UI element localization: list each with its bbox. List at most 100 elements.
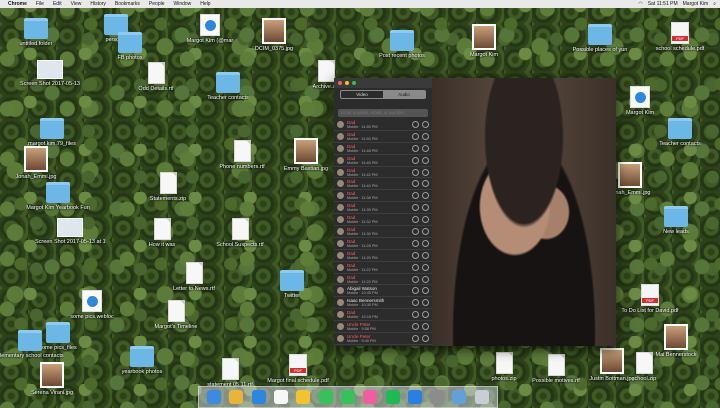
tab-video[interactable]: Video (341, 91, 383, 98)
desktop-item[interactable]: Teacher contacts (650, 118, 710, 147)
call-row[interactable]: Serena ViraniMobile · 9:10 PM (334, 345, 432, 347)
photos-icon[interactable] (296, 390, 311, 404)
call-row[interactable]: Dad Mobile · 11:28 PM (334, 238, 432, 250)
desktop-item[interactable]: Margot's Timeline (146, 300, 206, 330)
info-icon[interactable] (422, 287, 429, 295)
info-icon[interactable] (422, 120, 429, 128)
search-input[interactable] (338, 108, 428, 117)
info-icon[interactable] (422, 263, 429, 271)
desktop-item[interactable]: photos.zip (474, 352, 534, 382)
desktop-item[interactable]: New leads (646, 206, 706, 235)
menu-edit[interactable]: Edit (53, 1, 62, 7)
preview-icon[interactable] (452, 390, 467, 404)
phone-icon[interactable] (412, 251, 419, 259)
spotify-icon[interactable] (385, 390, 400, 404)
desktop-item[interactable]: Screen Shot 2017-05-13 (20, 60, 80, 87)
desktop-item[interactable]: Post recent photos (372, 30, 432, 59)
call-row[interactable]: Abigail Watson Mobile · 10:45 PM (334, 285, 432, 298)
desktop-item[interactable]: Elementary school contacts (0, 330, 64, 359)
phone-icon[interactable] (412, 216, 419, 224)
desktop-item[interactable]: Margot Kim (@mar (180, 14, 240, 44)
phone-icon[interactable] (412, 275, 419, 283)
desktop-item[interactable]: To Do List for David.pdf (620, 284, 680, 314)
desktop-item[interactable]: Teacher contacts (198, 72, 258, 101)
phone-icon[interactable] (412, 156, 419, 164)
call-row[interactable]: Dad Mobile · 11:35 PM (334, 202, 432, 215)
wifi-icon[interactable]: ◠ (638, 1, 642, 7)
messages-icon[interactable] (318, 390, 333, 404)
phone-icon[interactable] (412, 287, 419, 295)
info-icon[interactable] (422, 299, 429, 307)
menu-file[interactable]: File (36, 1, 44, 7)
menu-people[interactable]: People (149, 1, 165, 7)
desktop-item[interactable]: Margot Kim (610, 86, 670, 116)
phone-icon[interactable] (412, 120, 419, 128)
settings-icon[interactable] (430, 390, 445, 404)
desktop-item[interactable]: Serena Virani.jpg (22, 362, 82, 396)
menu-history[interactable]: History (90, 1, 106, 7)
phone-icon[interactable] (412, 323, 419, 331)
phone-icon[interactable] (412, 204, 419, 212)
call-row[interactable]: Dad Mobile · 11:55 PM (334, 119, 432, 131)
call-row[interactable]: Dad Mobile · 11:22 PM (334, 262, 432, 274)
calendar-icon[interactable] (274, 390, 289, 404)
phone-icon[interactable] (412, 311, 419, 319)
tab-audio[interactable]: Audio (383, 91, 425, 98)
desktop-item[interactable]: Twitter (262, 270, 322, 299)
info-icon[interactable] (422, 216, 429, 224)
minimize-button[interactable] (345, 81, 349, 85)
call-row[interactable]: Dad Mobile · 11:50 PM (334, 131, 432, 143)
desktop-item[interactable]: Emmy Bastian.jpg (276, 138, 336, 172)
call-row[interactable]: Dad Mobile · 11:40 PM (334, 178, 432, 191)
spotlight-icon[interactable]: ⌕ (713, 1, 716, 7)
phone-icon[interactable] (412, 180, 419, 188)
call-row[interactable]: Dad Mobile · 11:32 PM (334, 214, 432, 227)
close-button[interactable] (338, 81, 342, 85)
call-row[interactable]: Isaac Bennersmith Mobile · 10:30 PM (334, 297, 432, 310)
desktop-item[interactable]: Statements.zip (138, 172, 198, 202)
desktop-item[interactable]: Screen Shot 2017-05-13 at 12.33.18 PM.pn… (35, 218, 105, 245)
phone-icon[interactable] (412, 168, 419, 176)
desktop-item[interactable]: statement 05.11.rtf (200, 358, 260, 388)
facetime-titlebar[interactable] (334, 78, 436, 88)
menu-bookmarks[interactable]: Bookmarks (115, 1, 140, 7)
info-icon[interactable] (422, 311, 429, 319)
chrome-icon[interactable] (229, 390, 244, 404)
clock[interactable]: Sat 11:51 PM (648, 1, 678, 7)
phone-icon[interactable] (412, 227, 419, 235)
call-row[interactable]: Dad Mobile · 10:15 PM (334, 309, 432, 322)
desktop-item[interactable]: yearbook photos (112, 346, 172, 375)
phone-icon[interactable] (412, 132, 419, 140)
menu-view[interactable]: View (71, 1, 82, 7)
info-icon[interactable] (422, 239, 429, 247)
phone-icon[interactable] (412, 334, 419, 342)
zoom-button[interactable] (352, 81, 356, 85)
desktop-item[interactable]: Possible motives.rtf (526, 354, 586, 384)
appstore-icon[interactable] (407, 390, 422, 404)
phone-icon[interactable] (412, 299, 419, 307)
phone-icon[interactable] (412, 192, 419, 200)
menu-app-name[interactable]: Chrome (8, 1, 27, 7)
finder-icon[interactable] (207, 390, 222, 404)
user-name[interactable]: Margot Kim (683, 1, 709, 7)
desktop-item[interactable]: Mai Bennerstock (646, 324, 706, 358)
facetime-icon[interactable] (340, 390, 355, 404)
desktop-item[interactable]: school schedule.pdf (650, 22, 710, 52)
menu-window[interactable]: Window (174, 1, 192, 7)
info-icon[interactable] (422, 204, 429, 212)
desktop-item[interactable]: untitled folder (6, 18, 66, 47)
desktop-item[interactable]: How it was (132, 218, 192, 248)
info-icon[interactable] (422, 334, 429, 342)
desktop-item[interactable]: Letter to News.rtf (164, 262, 224, 292)
info-icon[interactable] (422, 132, 429, 140)
info-icon[interactable] (422, 323, 429, 331)
info-icon[interactable] (422, 144, 429, 152)
call-row[interactable]: Dad Mobile · 11:48 PM (334, 143, 432, 155)
desktop-item[interactable]: DCIM_0375.jpg (244, 18, 304, 52)
info-icon[interactable] (422, 156, 429, 164)
call-row[interactable]: Uncle Peter Mobile · 9:40 PM (334, 333, 432, 345)
call-row[interactable]: Dad Mobile · 11:30 PM (334, 226, 432, 238)
desktop-item[interactable]: FB photos (100, 32, 160, 61)
desktop-item[interactable]: Possible places of yun (570, 24, 630, 53)
info-icon[interactable] (422, 275, 429, 283)
